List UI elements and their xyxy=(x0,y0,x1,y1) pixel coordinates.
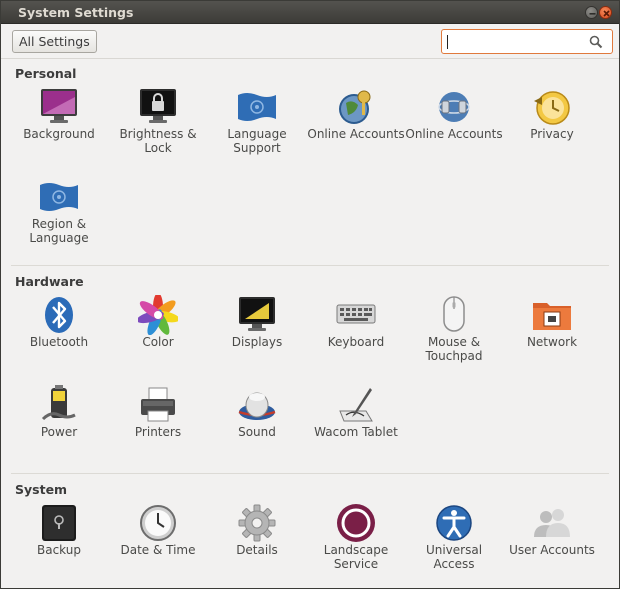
power-icon xyxy=(41,385,76,421)
item-label: Backup xyxy=(37,543,81,557)
system-settings-window: System Settings All Settings Personal Ba… xyxy=(0,0,620,589)
title-bar[interactable]: System Settings xyxy=(1,1,619,24)
close-icon[interactable] xyxy=(599,6,612,19)
keyboard-icon xyxy=(336,304,376,324)
item-label: Wacom Tablet xyxy=(314,425,398,439)
item-label: Printers xyxy=(134,425,182,439)
privacy-icon xyxy=(534,91,570,125)
users-icon xyxy=(534,509,570,537)
minimize-icon[interactable] xyxy=(585,6,598,19)
item-label: Brightness & Lock xyxy=(119,127,197,155)
item-label: Universal Access xyxy=(425,543,483,571)
item-label: Displays xyxy=(231,335,283,349)
landscape-icon xyxy=(337,504,375,542)
section-personal-title: Personal xyxy=(15,66,77,81)
region-language-icon xyxy=(40,183,78,211)
bluetooth-icon xyxy=(45,297,73,333)
gear-icon xyxy=(238,504,276,542)
network-icon xyxy=(533,303,571,330)
item-label: Details xyxy=(236,543,278,557)
item-label: Color xyxy=(142,335,174,349)
section-system-title: System xyxy=(15,482,68,497)
item-label: Keyboard xyxy=(327,335,385,349)
window-title: System Settings xyxy=(18,5,134,20)
wacom-tablet-icon xyxy=(339,388,373,422)
item-label: Bluetooth xyxy=(29,335,89,349)
toolbar: All Settings xyxy=(1,24,619,59)
item-label: Privacy xyxy=(530,127,574,141)
brightness-lock-icon xyxy=(140,89,176,123)
sound-icon xyxy=(238,392,276,420)
item-label: Mouse & Touchpad xyxy=(425,335,483,363)
item-label: Background xyxy=(23,127,95,141)
all-settings-button[interactable]: All Settings xyxy=(12,30,97,53)
displays-icon xyxy=(239,297,275,331)
online-accounts-icon xyxy=(339,90,371,124)
backup-icon xyxy=(42,505,76,541)
accessibility-icon xyxy=(436,505,472,541)
background-icon xyxy=(41,89,77,123)
section-divider xyxy=(11,473,609,474)
printer-icon xyxy=(141,387,175,422)
language-support-icon xyxy=(238,93,276,121)
search-input[interactable] xyxy=(446,33,586,50)
item-label: Online Accounts xyxy=(307,127,405,141)
search-box[interactable] xyxy=(441,29,613,54)
search-icon[interactable] xyxy=(589,35,603,49)
section-hardware-title: Hardware xyxy=(15,274,84,289)
clock-icon xyxy=(140,505,176,541)
mouse-icon xyxy=(443,296,465,332)
item-label: Region & Language xyxy=(29,217,89,245)
item-label: Network xyxy=(526,335,578,349)
item-label: Date & Time xyxy=(120,543,196,557)
text-cursor xyxy=(447,35,448,49)
online-accounts-alt-icon xyxy=(438,92,470,122)
item-label: Online Accounts xyxy=(405,127,503,141)
item-label: User Accounts xyxy=(509,543,595,557)
item-label: Language Support xyxy=(227,127,287,155)
item-label: Landscape Service xyxy=(323,543,389,571)
item-label: Sound xyxy=(238,425,276,439)
color-icon xyxy=(138,295,178,335)
item-label: Power xyxy=(40,425,78,439)
section-divider xyxy=(11,265,609,266)
settings-grid: Personal Background Brightness & Lock La… xyxy=(1,60,619,588)
